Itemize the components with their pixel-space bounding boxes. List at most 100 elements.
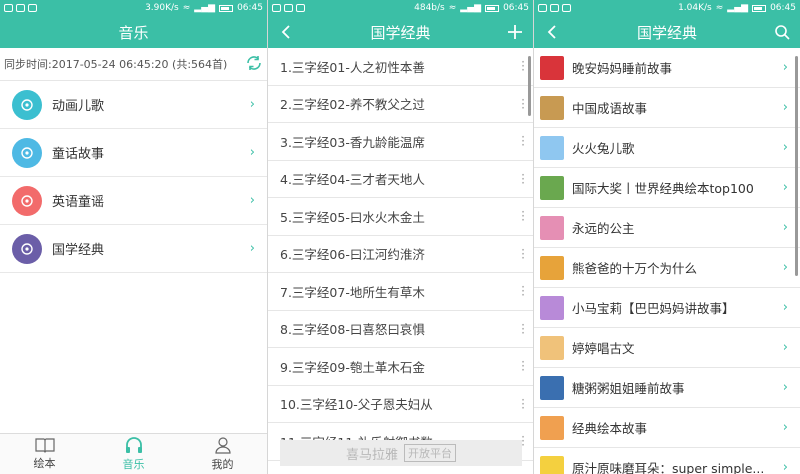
album-item[interactable]: 国际大奖丨世界经典绘本top100 › xyxy=(534,168,800,208)
album-cover xyxy=(540,455,564,474)
chevron-right-icon: › xyxy=(782,220,788,235)
category-item[interactable]: 英语童谣 › xyxy=(0,177,267,225)
track-item[interactable]: 1.三字经01-人之初性本善 · · · xyxy=(268,48,533,86)
notification-icon xyxy=(550,4,559,12)
status-bar: 1.04K/s ≈ ▂▄▆ 06:45 xyxy=(534,0,800,16)
track-item[interactable]: 2.三字经02-养不教父之过 · · · xyxy=(268,86,533,123)
album-cover xyxy=(540,295,564,320)
cartoon-song-icon xyxy=(12,89,42,120)
track-item[interactable]: 10.三字经10-父子恩夫妇从 · · · xyxy=(268,386,533,423)
album-cover xyxy=(540,95,564,120)
more-options-icon[interactable]: · · · xyxy=(517,169,529,189)
battery-icon xyxy=(752,4,767,12)
category-item[interactable]: 童话故事 › xyxy=(0,129,267,177)
search-icon[interactable] xyxy=(772,22,792,42)
tab-label: 绘本 xyxy=(33,457,56,470)
tab-label: 我的 xyxy=(211,458,234,471)
album-item[interactable]: 晚安妈妈睡前故事 › xyxy=(534,48,800,88)
album-item[interactable]: 糖粥粥姐姐睡前故事 › xyxy=(534,368,800,408)
chevron-right-icon: › xyxy=(782,60,788,75)
album-item[interactable]: 原汁原味磨耳朵：super simple... › xyxy=(534,448,800,474)
track-title: 2.三字经02-养不教父之过 xyxy=(280,97,425,113)
album-cover xyxy=(540,135,564,160)
category-label: 英语童谣 xyxy=(52,195,105,210)
track-item[interactable]: 5.三字经05-曰水火木金土 · · · xyxy=(268,198,533,236)
album-item[interactable]: 熊爸爸的十万个为什么 › xyxy=(534,248,800,288)
track-item[interactable]: 7.三字经07-地所生有草木 · · · xyxy=(268,273,533,311)
track-title: 5.三字经05-曰水火木金土 xyxy=(280,209,425,225)
chevron-right-icon: › xyxy=(782,300,788,315)
network-speed: 1.04K/s xyxy=(678,3,712,13)
track-title: 4.三字经04-三才者天地人 xyxy=(280,172,425,188)
album-item[interactable]: 小马宝莉【巴巴妈妈讲故事】 › xyxy=(534,288,800,328)
headphones-icon xyxy=(125,437,142,453)
more-options-icon[interactable]: · · · xyxy=(517,319,529,339)
track-item[interactable]: 6.三字经06-曰江河约淮济 · · · xyxy=(268,236,533,273)
back-arrow-icon[interactable] xyxy=(276,22,296,42)
tab-music[interactable]: 音乐 xyxy=(89,434,178,474)
watermark-box-text: 开放平台 xyxy=(404,444,456,462)
album-item[interactable]: 中国成语故事 › xyxy=(534,88,800,128)
tab-picture-book[interactable]: 绘本 xyxy=(0,434,89,474)
status-bar: 484b/s ≈ ▂▄▆ 06:45 xyxy=(268,0,533,16)
album-title: 经典绘本故事 xyxy=(572,421,648,436)
track-title: 8.三字经08-曰喜怒曰哀惧 xyxy=(280,322,425,338)
classics-fan-icon xyxy=(12,233,42,264)
scrollbar[interactable] xyxy=(528,56,531,116)
track-item[interactable]: 8.三字经08-曰喜怒曰哀惧 · · · xyxy=(268,311,533,348)
track-item[interactable]: 9.三字经09-匏土革木石金 · · · xyxy=(268,348,533,386)
user-icon xyxy=(214,437,231,454)
track-item[interactable]: 3.三字经03-香九龄能温席 · · · xyxy=(268,123,533,161)
album-list-screen: 1.04K/s ≈ ▂▄▆ 06:45 国学经典 晚安妈妈睡前故事 › 中国成语故事… xyxy=(534,0,800,474)
music-screen: 3.90K/s ≈ ▂▄▆ 06:45 音乐 同步时间:2017-05-24 0… xyxy=(0,0,267,474)
tab-mine[interactable]: 我的 xyxy=(178,434,267,474)
wifi-icon: ≈ xyxy=(715,3,724,13)
album-item[interactable]: 永远的公主 › xyxy=(534,208,800,248)
chevron-right-icon: › xyxy=(782,100,788,115)
more-options-icon[interactable]: · · · xyxy=(517,356,529,376)
battery-icon xyxy=(485,4,500,12)
signal-icon: ▂▄▆ xyxy=(460,3,482,13)
album-item[interactable]: 火火兔儿歌 › xyxy=(534,128,800,168)
more-options-icon[interactable]: · · · xyxy=(517,206,529,226)
fairy-tale-icon xyxy=(12,137,42,168)
track-title: 9.三字经09-匏土革木石金 xyxy=(280,359,425,375)
album-title: 晚安妈妈睡前故事 xyxy=(572,61,673,76)
battery-icon xyxy=(219,4,234,12)
album-cover xyxy=(540,335,564,360)
network-speed: 3.90K/s xyxy=(145,3,179,13)
more-options-icon[interactable]: · · · xyxy=(517,281,529,301)
category-item[interactable]: 国学经典 › xyxy=(0,225,267,273)
back-arrow-icon[interactable] xyxy=(542,22,562,42)
notification-icon xyxy=(4,4,13,12)
notification-icon xyxy=(272,4,281,12)
album-title: 原汁原味磨耳朵：super simple... xyxy=(572,461,765,474)
track-title: 6.三字经06-曰江河约淮济 xyxy=(280,247,425,263)
album-cover xyxy=(540,375,564,400)
refresh-icon[interactable] xyxy=(245,54,263,75)
category-list: 动画儿歌 › 童话故事 › 英语童谣 › 国学经典 › xyxy=(0,81,267,273)
book-icon xyxy=(34,438,55,453)
sync-bar: 同步时间:2017-05-24 06:45:20 (共:564首) xyxy=(0,48,267,81)
more-options-icon[interactable]: · · · xyxy=(517,394,529,414)
album-item[interactable]: 经典绘本故事 › xyxy=(534,408,800,448)
chevron-right-icon: › xyxy=(782,380,788,395)
status-bar: 3.90K/s ≈ ▂▄▆ 06:45 xyxy=(0,0,267,16)
wifi-icon: ≈ xyxy=(448,3,457,13)
category-item[interactable]: 动画儿歌 › xyxy=(0,81,267,129)
more-options-icon[interactable]: · · · xyxy=(517,131,529,151)
album-item[interactable]: 婷婷唱古文 › xyxy=(534,328,800,368)
watermark: 喜马拉雅 开放平台 xyxy=(280,440,522,466)
title-bar: 音乐 xyxy=(0,16,267,48)
chevron-right-icon: › xyxy=(249,145,255,160)
track-item[interactable]: 4.三字经04-三才者天地人 · · · xyxy=(268,161,533,198)
notification-icon xyxy=(284,4,293,12)
add-icon[interactable] xyxy=(505,22,525,42)
scrollbar[interactable] xyxy=(795,56,798,276)
clock: 06:45 xyxy=(237,3,263,13)
more-options-icon[interactable]: · · · xyxy=(517,244,529,264)
title-bar: 国学经典 xyxy=(534,16,800,48)
clock: 06:45 xyxy=(770,3,796,13)
chevron-right-icon: › xyxy=(782,460,788,474)
chevron-right-icon: › xyxy=(782,260,788,275)
